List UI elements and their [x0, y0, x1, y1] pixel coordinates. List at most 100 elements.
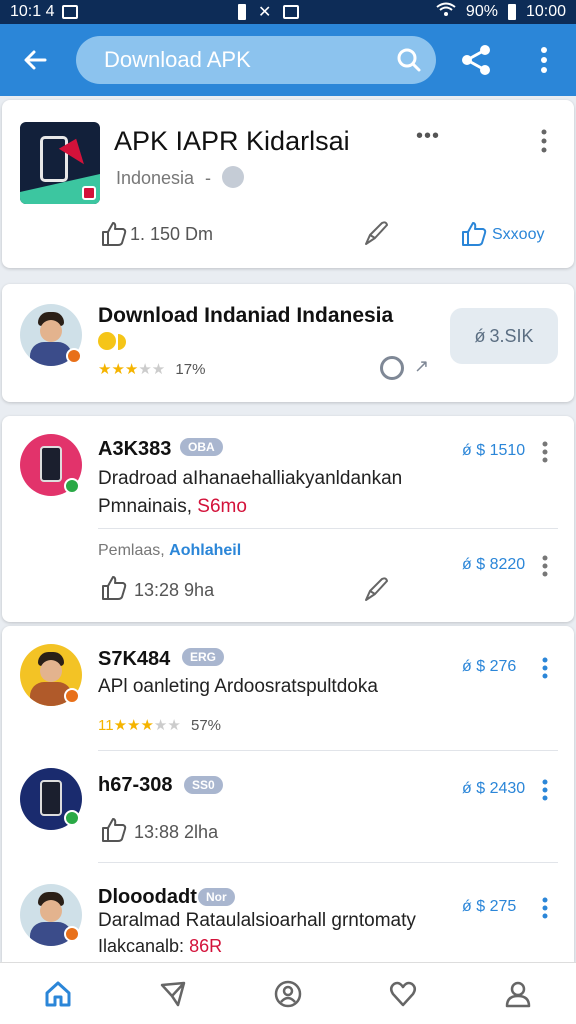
desc-accent: 86R: [189, 936, 223, 956]
notification-icon: [62, 5, 79, 19]
more-vert-icon[interactable]: [538, 896, 552, 920]
status-time: 10:00: [525, 3, 566, 20]
nav-send[interactable]: [143, 968, 203, 1020]
item-count[interactable]: ǿ $ 1510: [462, 442, 525, 460]
download-icon: ǿ: [474, 325, 486, 346]
search-icon[interactable]: [396, 47, 422, 73]
bottom-nav: [0, 962, 576, 1024]
item-description: APl oanleting Ardoosratspultdoka: [98, 676, 378, 697]
download-icon: ǿ $: [462, 898, 490, 915]
app-title: APK IAPR Kidarlsai: [114, 126, 350, 156]
app-icon: [20, 122, 100, 204]
download-icon: ǿ $: [462, 442, 490, 459]
item-name: h67-308: [98, 774, 173, 796]
thumb-up-icon[interactable]: [100, 574, 128, 602]
status-bar: 10:1 4 ✕ 90% 10:00: [0, 0, 576, 24]
star-filled-icon: ★★★: [98, 361, 139, 378]
download-icon: ǿ $: [462, 780, 490, 797]
item-count[interactable]: ǿ $ 2430: [462, 780, 525, 798]
more-vert-icon[interactable]: [538, 656, 552, 680]
item-name: A3K383: [98, 438, 172, 460]
item-name: S7K484: [98, 648, 171, 670]
update-label[interactable]: Sxxooy: [492, 226, 544, 244]
thumb-up-icon[interactable]: [100, 220, 128, 248]
pen-icon[interactable]: [362, 218, 392, 248]
rating-percent: 17%: [175, 361, 206, 378]
rating-stars: 11★★★★★ 57%: [98, 716, 221, 734]
item-count-value: 1510: [489, 442, 526, 459]
divider: [98, 862, 558, 863]
status-clock-left: 10:1 4: [10, 3, 55, 20]
item-tag: OBA: [180, 438, 223, 456]
thumb-up-icon[interactable]: [460, 220, 488, 248]
emoji-icon: [98, 332, 116, 350]
item-meta-count[interactable]: ǿ $ 8220: [462, 556, 525, 574]
star-empty-icon: ★★: [138, 361, 166, 378]
item-tag: Nor: [198, 888, 235, 906]
search-value: Download APK: [104, 47, 251, 72]
back-button[interactable]: [0, 24, 70, 96]
download-size-button[interactable]: ǿ 3.SIK: [450, 308, 558, 364]
status-badge: [64, 688, 80, 704]
more-horiz-icon[interactable]: •••: [416, 126, 440, 146]
nav-account[interactable]: [488, 968, 548, 1020]
home-icon: [45, 981, 71, 1006]
star-empty-icon: ★★: [153, 717, 181, 734]
meta-prefix: Pemlaas,: [98, 542, 165, 559]
item-description: Daralmad Rataulalsioarhall grntomaty: [98, 910, 416, 931]
app-header-card[interactable]: APK IAPR Kidarlsai ••• Indonesia - 1. 15…: [2, 100, 574, 268]
desc-prefix: Ilakcanalb:: [98, 936, 185, 956]
nav-favorites[interactable]: [373, 968, 433, 1020]
battery-small-icon: [238, 4, 246, 20]
share-icon[interactable]: [458, 42, 494, 78]
like-count: 13:28 9ha: [134, 580, 215, 600]
more-vert-icon[interactable]: [538, 554, 552, 578]
app-country: Indonesia: [116, 168, 195, 188]
battery-icon: [507, 4, 516, 20]
meta-count-value: 8220: [489, 556, 526, 573]
heart-edit-icon: [390, 981, 417, 1006]
meta-link[interactable]: Aohlaheil: [169, 542, 241, 559]
person-icon: [506, 981, 531, 1007]
app-bar: Download APK: [0, 24, 576, 96]
status-badge: [64, 478, 80, 494]
item-count[interactable]: ǿ $ 275: [462, 898, 516, 916]
item-description-2: Pmnainais, S6mo: [98, 496, 247, 518]
app-list-card: A3K383 OBA ǿ $ 1510 Dradroad aIhanaehall…: [2, 416, 574, 622]
nav-home[interactable]: [28, 968, 88, 1020]
pen-icon[interactable]: [362, 574, 392, 604]
tools-icon: ✕: [258, 4, 272, 21]
send-icon: [160, 981, 186, 1006]
item-count-value: 276: [489, 658, 517, 675]
info-icon[interactable]: [222, 166, 244, 188]
download-card[interactable]: Download Indaniad Indanesia ★★★★★ 17% ↗ …: [2, 284, 574, 402]
download-icon: ǿ $: [462, 556, 490, 573]
desc-accent: S6mo: [197, 496, 247, 517]
more-vert-icon[interactable]: [538, 778, 552, 802]
item-tag: SS0: [184, 776, 223, 794]
emoji-icon: [118, 334, 126, 350]
more-vert-icon[interactable]: [530, 42, 558, 78]
more-vert-icon[interactable]: [538, 440, 552, 464]
rating-prefix: 11: [98, 717, 114, 734]
status-badge: [64, 926, 80, 942]
status-badge: [64, 810, 80, 826]
item-description: Dradroad aIhanaehalliakyanldankan: [98, 468, 403, 489]
thumb-up-icon[interactable]: [100, 816, 128, 844]
search-input[interactable]: Download APK: [76, 36, 436, 84]
item-meta: Pemlaas, Aohlaheil: [98, 542, 241, 560]
arrow-icon[interactable]: ↗: [414, 356, 429, 377]
more-vert-icon[interactable]: [536, 128, 552, 154]
item-count[interactable]: ǿ $ 276: [462, 658, 516, 676]
status-badge: [66, 348, 82, 364]
nav-profile-circle[interactable]: [258, 968, 318, 1020]
signal-percent: 90%: [465, 3, 498, 20]
globe-icon[interactable]: [380, 356, 404, 380]
rating-percent: 57%: [191, 717, 222, 734]
wifi-icon: [436, 2, 456, 23]
account-circle-icon: [274, 980, 302, 1007]
item-count-value: 2430: [489, 780, 526, 797]
back-arrow-icon: [24, 50, 47, 70]
divider: [98, 750, 558, 751]
image-icon: [283, 5, 300, 19]
